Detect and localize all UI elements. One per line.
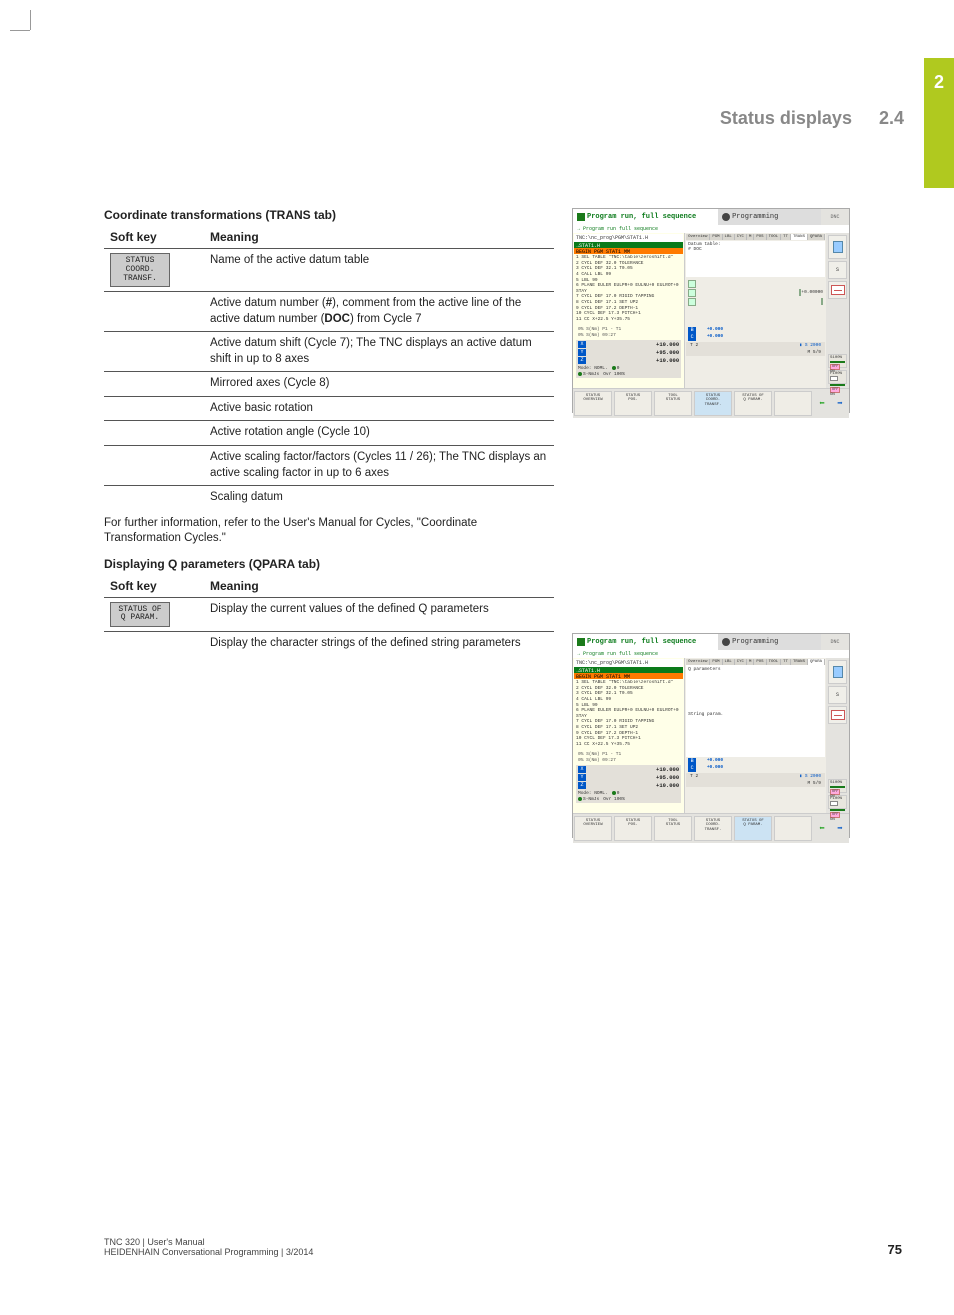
right-icon-m[interactable]: [828, 660, 847, 684]
wave-icon: [830, 376, 838, 381]
section-title-trans: Coordinate transformations (TRANS tab): [104, 208, 554, 222]
meaning-cell: Display the current values of the define…: [204, 597, 554, 632]
footer-line2: HEIDENHAIN Conversational Programming | …: [104, 1247, 313, 1257]
th-softkey: Soft key: [104, 575, 204, 598]
header-section-number: 2.4: [879, 108, 904, 128]
th-meaning: Meaning: [204, 575, 554, 598]
screenshot-trans: Program run, full sequence Programming D…: [572, 208, 850, 413]
trans-info-lines: +0.00000: [686, 278, 825, 326]
override-f[interactable]: F100% OFF ON: [828, 370, 847, 384]
section-title-qpara: Displaying Q parameters (QPARA tab): [104, 557, 554, 571]
page: 2 Status displays 2.4 Coordinate transfo…: [48, 48, 954, 1267]
gear-icon: [722, 638, 730, 646]
chapter-number: 2: [924, 58, 954, 93]
meaning-cell: Active rotation angle (Cycle 10): [204, 421, 554, 446]
subtitle: → Program run full sequence: [573, 650, 849, 658]
chapter-tab: 2: [924, 58, 954, 188]
table-qpara: Soft key Meaning STATUS OF Q PARAM. Disp…: [104, 575, 554, 656]
th-softkey: Soft key: [104, 226, 204, 249]
app-icon: [577, 638, 585, 646]
right-icon-s[interactable]: S: [828, 686, 847, 704]
sk-status-pos[interactable]: STATUS POS.: [614, 816, 652, 841]
page-footer: TNC 320 | User's Manual HEIDENHAIN Conve…: [104, 1237, 902, 1257]
right-toolbar: S S100%OFF ON F100% OFF ON: [826, 658, 849, 813]
screenshot-qpara: Program run, full sequence Programming D…: [572, 633, 850, 838]
softkey-arrow-left[interactable]: ⬅: [813, 389, 831, 418]
meaning-cell: Active datum number (#), comment from th…: [204, 292, 554, 332]
trans-info-top: Datum table: # DOC: [686, 241, 825, 277]
sk-status-overview[interactable]: STATUS OVERVIEW: [574, 391, 612, 416]
softkey-arrow-right[interactable]: ➡: [831, 389, 849, 418]
mirror-icon: [688, 289, 696, 297]
meaning-cell: Scaling datum: [204, 486, 554, 510]
sk-status-coord-transf[interactable]: STATUS COORD. TRANSF.: [694, 816, 732, 841]
status-tabs[interactable]: OverviewPGMLBLCYCMPOSTOOLTTTRANSQPARA: [686, 234, 825, 240]
meaning-cell: Mirrored axes (Cycle 8): [204, 372, 554, 397]
scale-icon: [688, 298, 696, 306]
right-icon-m[interactable]: [828, 235, 847, 259]
softkey-cell: STATUS OF Q PARAM.: [104, 597, 204, 632]
sk-empty: [774, 816, 812, 841]
softkey-status-coord-transf[interactable]: STATUS COORD. TRANSF.: [110, 253, 170, 287]
sk-status-q-param[interactable]: STATUS OF Q PARAM.: [734, 816, 772, 841]
position-panel: X+10.000 Y+95.000 Z+10.000 Mode: NOML. 0…: [576, 340, 681, 378]
scale-datum-icon: [821, 298, 823, 305]
qpara-panel: Q parameters String param.: [686, 665, 825, 757]
pos-extra: B +0.000 C +0.000: [686, 757, 825, 773]
status-tabs[interactable]: OverviewPGMLBLCYCMPOSTOOLTTTRANSQPARA: [686, 659, 825, 665]
meaning-cell: Active scaling factor/factors (Cycles 11…: [204, 446, 554, 486]
datum-shift-icon: [688, 280, 696, 288]
meaning-cell: Name of the active datum table: [204, 249, 554, 292]
softkey-arrow-left[interactable]: ⬅: [813, 814, 831, 843]
dnc-label: DNC: [821, 634, 849, 650]
app-icon: [577, 213, 585, 221]
override-s[interactable]: S100%OFF ON: [828, 779, 847, 793]
sk-status-overview[interactable]: STATUS OVERVIEW: [574, 816, 612, 841]
meaning-cell: Active basic rotation: [204, 396, 554, 421]
override-s[interactable]: S100%OFF ON: [828, 354, 847, 368]
page-header: Status displays 2.4: [720, 108, 904, 129]
program-path: TNC:\nc_prog\PGM\STAT1.H: [574, 234, 683, 242]
wave-icon: [830, 801, 838, 806]
right-toolbar: S S100%OFF ON F100% OFF ON: [826, 233, 849, 388]
footer-line1: TNC 320 | User's Manual: [104, 1237, 313, 1247]
position-panel: X+10.000 Y+95.000 Z+10.000 Mode: NOML. 0…: [576, 765, 681, 803]
page-number: 75: [888, 1242, 902, 1257]
sk-tool-status[interactable]: TOOL STATUS: [654, 391, 692, 416]
th-meaning: Meaning: [204, 226, 554, 249]
header-title: Status displays: [720, 108, 852, 128]
sk-tool-status[interactable]: TOOL STATUS: [654, 816, 692, 841]
meaning-cell: Active datum shift (Cycle 7); The TNC di…: [204, 332, 554, 372]
subtitle: → Program run full sequence: [573, 225, 849, 233]
pos-extra: B +0.000 C +0.000: [686, 326, 825, 342]
gear-icon: [722, 213, 730, 221]
softkey-cell: STATUS COORD. TRANSF.: [104, 249, 204, 292]
content: Coordinate transformations (TRANS tab) S…: [104, 208, 894, 838]
sk-status-q-param[interactable]: STATUS OF Q PARAM.: [734, 391, 772, 416]
right-icon-s[interactable]: S: [828, 261, 847, 279]
override-f[interactable]: F100% OFF ON: [828, 795, 847, 809]
softkey-status-q-param[interactable]: STATUS OF Q PARAM.: [110, 602, 170, 628]
sk-status-coord-transf[interactable]: STATUS COORD. TRANSF.: [694, 391, 732, 416]
softkey-row: STATUS OVERVIEW STATUS POS. TOOL STATUS …: [573, 388, 849, 418]
meaning-cell: Display the character strings of the def…: [204, 632, 554, 656]
program-listing: 1 SEL TABLE "TNC:\table\zeroshift.d" 2 C…: [574, 254, 683, 324]
softkey-arrow-right[interactable]: ➡: [831, 814, 849, 843]
table-trans: Soft key Meaning STATUS COORD. TRANSF. N…: [104, 226, 554, 510]
softkey-row: STATUS OVERVIEW STATUS POS. TOOL STATUS …: [573, 813, 849, 843]
sk-empty: [774, 391, 812, 416]
note-trans: For further information, refer to the Us…: [104, 516, 554, 547]
right-icon-axes[interactable]: [828, 281, 847, 299]
right-icon-axes[interactable]: [828, 706, 847, 724]
program-listing: 1 SEL TABLE "TNC:\table\zeroshift.d" 2 C…: [574, 679, 683, 749]
sk-status-pos[interactable]: STATUS POS.: [614, 391, 652, 416]
dnc-label: DNC: [821, 209, 849, 225]
